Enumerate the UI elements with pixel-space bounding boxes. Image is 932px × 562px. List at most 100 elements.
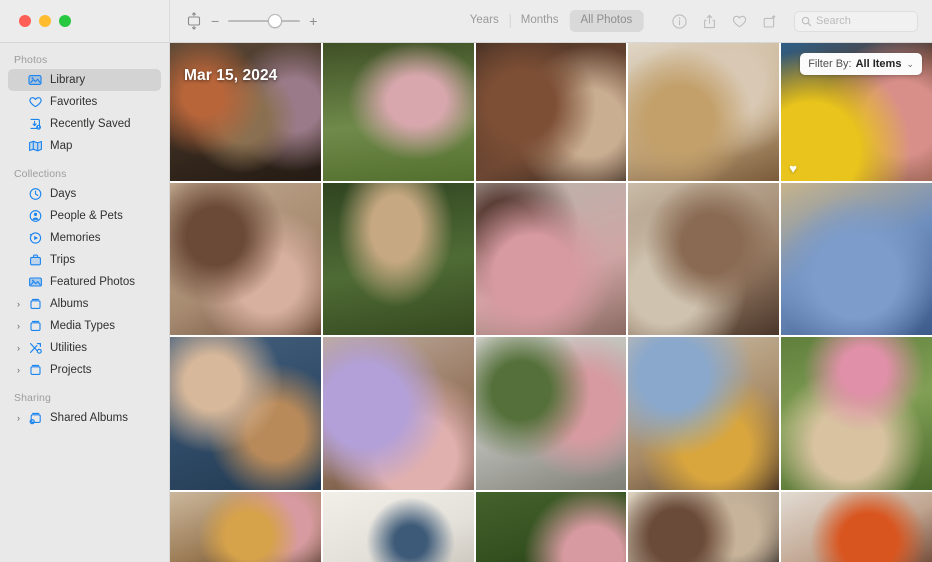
tab-years[interactable]: Years: [459, 10, 510, 32]
sidebar-item-label: Memories: [50, 232, 101, 244]
chevron-down-icon: ⌄: [906, 58, 914, 69]
minimize-button[interactable]: [39, 15, 51, 27]
heart-icon: [28, 95, 43, 109]
search-placeholder: Search: [816, 15, 851, 27]
album-icon: [28, 297, 43, 311]
window-body: Photos › Library ›: [0, 43, 932, 562]
featured-photo-icon: [28, 275, 43, 289]
window-toolbar: − + Years Months All Photos Search: [0, 0, 932, 43]
zoom-slider-track: [228, 20, 301, 22]
disclosure-chevron-icon[interactable]: ›: [14, 365, 23, 375]
sidebar-item-utilities[interactable]: › Utilities: [8, 337, 161, 359]
photo-grid-row: [170, 183, 932, 335]
sidebar-item-trips[interactable]: › Trips: [8, 249, 161, 271]
filter-by-button[interactable]: Filter By: All Items ⌄: [800, 53, 922, 75]
sidebar-item-label: Utilities: [50, 342, 88, 354]
sidebar-section-photos-header: Photos: [14, 54, 48, 66]
photo-thumbnail[interactable]: [628, 43, 780, 181]
photo-thumbnail[interactable]: Mar 15, 2024: [170, 43, 321, 181]
photo-thumbnail[interactable]: [628, 337, 780, 490]
disclosure-chevron-icon[interactable]: ›: [14, 299, 23, 309]
sidebar-item-memories[interactable]: › Memories: [8, 227, 161, 249]
disclosure-chevron-icon[interactable]: ›: [14, 321, 23, 331]
zoom-in-button[interactable]: +: [309, 14, 317, 28]
sidebar-item-recently-saved[interactable]: › Recently Saved: [8, 113, 161, 135]
sidebar-item-label: Favorites: [50, 96, 98, 108]
map-icon: [28, 139, 43, 153]
sidebar-item-label: Shared Albums: [50, 412, 128, 424]
photo-thumbnail[interactable]: [322, 337, 474, 490]
photo-grid-area[interactable]: Mar 15, 2024 ♥ Filter By: All Items ⌄: [170, 43, 932, 562]
favorite-heart-icon[interactable]: [731, 13, 748, 30]
info-icon[interactable]: [671, 13, 688, 30]
shared-album-icon: [28, 411, 43, 425]
photo-thumbnail[interactable]: [170, 492, 321, 562]
sidebar-item-label: Featured Photos: [50, 276, 136, 288]
photo-thumbnail[interactable]: [628, 183, 780, 335]
sidebar-item-days[interactable]: › Days: [8, 183, 161, 205]
album-icon: [28, 363, 43, 377]
zoom-controls: − +: [186, 12, 317, 30]
date-overlay-label: Mar 15, 2024: [184, 67, 278, 84]
photo-thumbnail[interactable]: [475, 492, 627, 562]
photo-thumbnail[interactable]: [170, 337, 321, 490]
sidebar-item-map[interactable]: › Map: [8, 135, 161, 157]
photo-thumbnail[interactable]: [170, 183, 321, 335]
photo-thumbnail[interactable]: [475, 183, 627, 335]
share-icon[interactable]: [701, 13, 718, 30]
window-controls: [0, 0, 170, 42]
sidebar-item-library[interactable]: › Library: [8, 69, 161, 91]
photo-thumbnail[interactable]: [781, 183, 932, 335]
photo-thumbnail[interactable]: [322, 183, 474, 335]
search-input[interactable]: Search: [794, 10, 918, 32]
photo-thumbnail[interactable]: [781, 337, 932, 490]
sidebar-section-collections-header: Collections: [14, 168, 67, 180]
toolbar-actions: Search: [671, 10, 918, 32]
sidebar-item-label: Days: [50, 188, 77, 200]
sidebar-item-label: Projects: [50, 364, 92, 376]
sidebar-item-media-types[interactable]: › Media Types: [8, 315, 161, 337]
sidebar: Photos › Library ›: [0, 43, 170, 562]
maximize-button[interactable]: [59, 15, 71, 27]
sidebar-item-featured-photos[interactable]: › Featured Photos: [8, 271, 161, 293]
photo-thumbnail[interactable]: [322, 492, 474, 562]
photo-grid-row: [170, 337, 932, 490]
sidebar-item-label: Trips: [50, 254, 76, 266]
photos-app-window: − + Years Months All Photos Search Photo…: [0, 0, 932, 562]
sidebar-item-people-and-pets[interactable]: › People & Pets: [8, 205, 161, 227]
utilities-tools-icon: [28, 341, 43, 355]
sidebar-section-sharing-header: Sharing: [14, 392, 51, 404]
sidebar-item-albums[interactable]: › Albums: [8, 293, 161, 315]
favorite-badge-icon: ♥: [789, 161, 797, 176]
aspect-ratio-icon[interactable]: [186, 12, 202, 30]
photo-thumbnail[interactable]: [475, 337, 627, 490]
disclosure-chevron-icon[interactable]: ›: [14, 413, 23, 423]
toolbar-main: − + Years Months All Photos Search: [170, 0, 932, 42]
view-mode-segmented-control: Years Months All Photos: [459, 10, 644, 32]
clock-icon: [28, 187, 43, 201]
sidebar-item-label: People & Pets: [50, 210, 123, 222]
disclosure-chevron-icon[interactable]: ›: [14, 343, 23, 353]
sidebar-item-favorites[interactable]: › Favorites: [8, 91, 161, 113]
sidebar-item-label: Albums: [50, 298, 89, 310]
zoom-slider-knob[interactable]: [268, 14, 283, 28]
photo-thumbnail[interactable]: [628, 492, 780, 562]
tab-all-photos[interactable]: All Photos: [569, 10, 644, 32]
sidebar-item-shared-albums[interactable]: › Shared Albums: [8, 407, 161, 429]
photo-thumbnail[interactable]: [322, 43, 474, 181]
library-icon: [28, 73, 43, 87]
close-button[interactable]: [19, 15, 31, 27]
sidebar-item-label: Library: [50, 74, 86, 86]
photo-grid: Mar 15, 2024 ♥: [170, 43, 932, 562]
sidebar-item-label: Map: [50, 140, 73, 152]
photo-thumbnail[interactable]: [475, 43, 627, 181]
rotate-icon[interactable]: [761, 13, 778, 30]
sidebar-item-projects[interactable]: › Projects: [8, 359, 161, 381]
memories-play-icon: [28, 231, 43, 245]
zoom-slider[interactable]: [228, 14, 301, 28]
tab-months[interactable]: Months: [509, 10, 570, 32]
photo-thumbnail[interactable]: [781, 492, 932, 562]
person-icon: [28, 209, 43, 223]
filter-by-prefix-label: Filter By:: [808, 58, 852, 70]
zoom-out-button[interactable]: −: [211, 14, 219, 28]
